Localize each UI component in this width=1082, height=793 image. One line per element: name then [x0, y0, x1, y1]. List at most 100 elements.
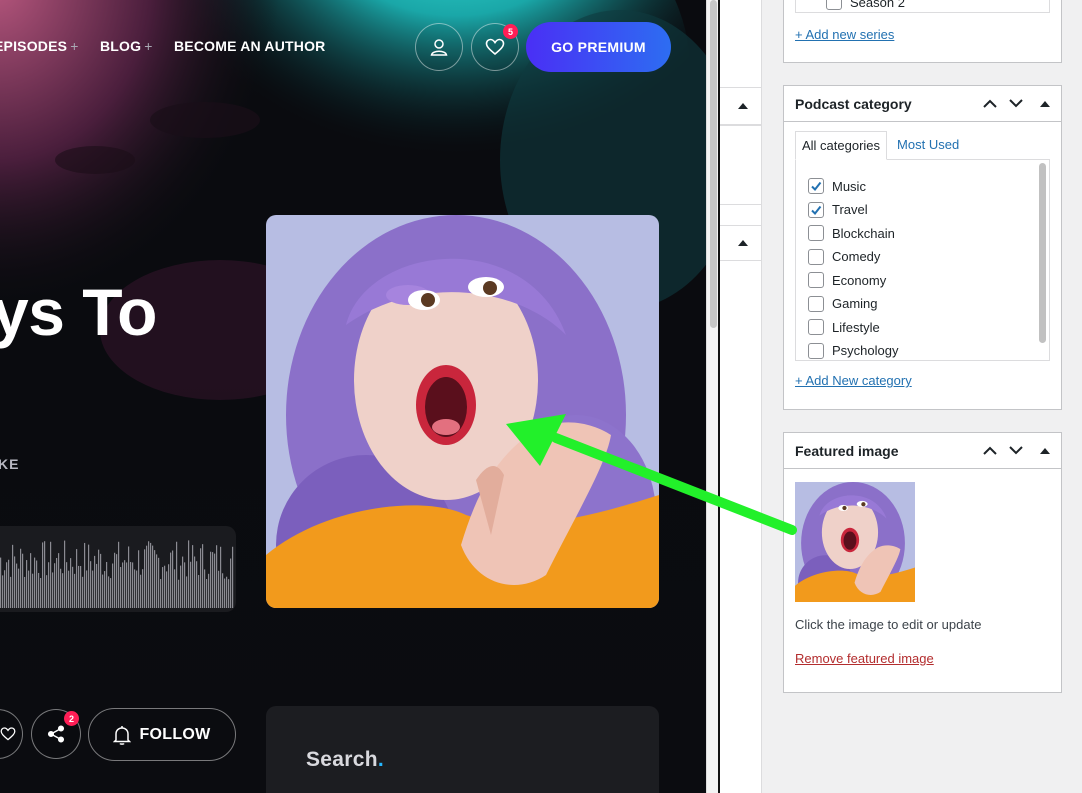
waveform-bar	[90, 561, 92, 608]
category-checkbox[interactable]	[808, 225, 824, 241]
waveform-bar	[188, 540, 190, 608]
tab-most-used[interactable]: Most Used	[887, 131, 969, 160]
featured-image-thumbnail[interactable]	[795, 482, 915, 602]
waveform-bar	[114, 552, 116, 608]
waveform-bar	[180, 565, 182, 608]
waveform-bar	[56, 557, 58, 608]
waveform-bar	[26, 560, 28, 608]
category-checkbox[interactable]	[808, 319, 824, 335]
category-item-lifestyle[interactable]: Lifestyle	[808, 319, 880, 335]
move-down-button[interactable]	[1003, 433, 1029, 469]
podcast-category-header: Podcast category	[784, 86, 1061, 122]
waveform-bar	[48, 562, 50, 608]
waveform-bar	[96, 563, 98, 608]
heart-icon	[0, 727, 16, 741]
waveform-bar	[58, 553, 60, 608]
episode-cover-image[interactable]	[266, 215, 659, 608]
category-label: Music	[832, 178, 866, 194]
share-icon	[47, 725, 65, 743]
waveform-bar	[134, 569, 136, 608]
waveform-bar	[172, 550, 174, 608]
waveform-bar	[64, 540, 66, 608]
waveform-bar	[224, 578, 226, 608]
waveform-bar	[154, 550, 156, 608]
category-checkbox[interactable]	[808, 201, 824, 218]
category-label: Comedy	[832, 249, 881, 264]
follow-button[interactable]: FOLLOW	[88, 708, 236, 761]
waveform-bar	[24, 576, 26, 608]
waveform-bar	[124, 560, 126, 608]
waveform-bar	[32, 573, 34, 608]
account-button[interactable]	[415, 23, 463, 71]
waveform-bar	[126, 562, 128, 608]
category-item-economy[interactable]: Economy	[808, 272, 886, 288]
series-list: Season 2	[795, 0, 1050, 13]
bell-icon	[113, 725, 132, 745]
search-widget-title: Search.	[306, 748, 384, 772]
category-checkbox[interactable]	[808, 272, 824, 288]
category-item-comedy[interactable]: Comedy	[808, 248, 881, 265]
waveform-bar	[182, 556, 184, 608]
toggle-panel-button[interactable]	[1029, 433, 1061, 469]
category-item-blockchain[interactable]: Blockchain	[808, 225, 895, 241]
move-up-button[interactable]	[977, 86, 1003, 122]
waveform-bar	[80, 565, 82, 608]
nav-episodes[interactable]: EPISODES +	[0, 38, 79, 54]
featured-image-header: Featured image	[784, 433, 1061, 469]
collapsed-panel-1[interactable]	[720, 87, 762, 125]
category-checkbox[interactable]	[808, 178, 824, 194]
remove-featured-image-link[interactable]: Remove featured image	[795, 651, 934, 666]
waveform-bar	[192, 545, 194, 608]
checkbox[interactable]	[826, 0, 842, 10]
podcast-site-preview: EPISODES + BLOG + BECOME AN AUTHOR 5 GO PR…	[0, 0, 706, 793]
category-item-travel[interactable]: Travel	[808, 201, 868, 218]
category-label: Gaming	[832, 296, 878, 311]
audio-waveform-player[interactable]	[0, 526, 236, 612]
nav-episodes-plus-icon: +	[70, 38, 79, 54]
add-new-category-link[interactable]: + Add New category	[795, 373, 912, 388]
waveform-bar	[136, 570, 138, 608]
hero-title: ys To	[0, 275, 157, 349]
waveform-bar	[222, 573, 224, 608]
waveform-bar	[98, 549, 100, 608]
category-list-scrollbar[interactable]	[1039, 163, 1046, 343]
add-new-series-link[interactable]: + Add new series	[795, 27, 894, 42]
preview-scrollbar-thumb[interactable]	[710, 0, 717, 328]
search-title-dot: .	[377, 748, 384, 771]
category-checkbox[interactable]	[808, 295, 824, 312]
category-checkbox[interactable]	[808, 342, 824, 359]
waveform-bar	[156, 554, 158, 608]
waveform-bar	[194, 556, 196, 608]
waveform-bar	[174, 569, 176, 608]
waveform-bar	[30, 553, 32, 608]
preview-scrollbar[interactable]	[706, 0, 718, 793]
series-item[interactable]: Season 2	[826, 0, 905, 10]
waveform-bar	[108, 576, 110, 608]
nav-blog[interactable]: BLOG +	[100, 38, 153, 54]
waveform-bar	[228, 579, 230, 608]
move-up-button[interactable]	[977, 433, 1003, 469]
collapse-toggle-icon[interactable]	[738, 103, 748, 109]
episode-author[interactable]: KE	[0, 456, 19, 472]
category-item-gaming[interactable]: Gaming	[808, 295, 878, 312]
featured-image-panel: Featured image Click the image to edit o…	[783, 432, 1062, 693]
move-down-button[interactable]	[1003, 86, 1029, 122]
collapsed-panel-2[interactable]	[720, 225, 762, 261]
go-premium-button[interactable]: GO PREMIUM	[526, 22, 671, 72]
waveform-bar	[142, 569, 144, 608]
waveform-bar	[2, 575, 4, 608]
category-checklist: Music Travel Blockchain Comedy Economy Gaming…	[795, 159, 1050, 361]
waveform-bar	[88, 544, 90, 608]
chevron-down-icon	[1009, 446, 1023, 455]
category-checkbox[interactable]	[808, 248, 824, 265]
toggle-panel-button[interactable]	[1029, 86, 1061, 122]
category-item-music[interactable]: Music	[808, 178, 866, 194]
waveform-bar	[196, 561, 198, 608]
waveform-bar	[10, 576, 12, 608]
waveform-bar	[162, 567, 164, 608]
tab-all-categories[interactable]: All categories	[795, 131, 888, 160]
category-item-psychology[interactable]: Psychology	[808, 342, 898, 359]
waveform-bar	[84, 542, 86, 608]
nav-become-author[interactable]: BECOME AN AUTHOR	[174, 38, 326, 54]
collapse-toggle-icon[interactable]	[738, 240, 748, 246]
